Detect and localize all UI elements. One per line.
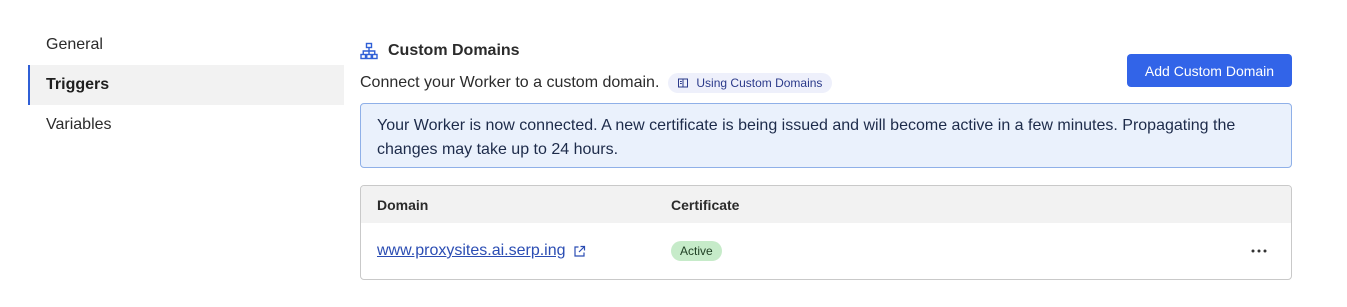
sidebar-item-triggers[interactable]: Triggers (28, 65, 344, 105)
domain-cell: www.proxysites.ai.serp.ing (361, 242, 671, 260)
sidebar-item-label: Triggers (46, 76, 110, 93)
sitemap-icon (360, 42, 378, 60)
custom-domains-section: Custom Domains Connect your Worker to a … (360, 38, 1292, 280)
docs-link-label: Using Custom Domains (696, 76, 823, 90)
add-custom-domain-button[interactable]: Add Custom Domain (1127, 54, 1292, 87)
domains-table: Domain Certificate www.proxysites.ai.ser… (360, 185, 1292, 280)
docs-link[interactable]: Using Custom Domains (668, 73, 833, 93)
success-notice: Your Worker is now connected. A new cert… (360, 103, 1292, 168)
sidebar-item-general[interactable]: General (28, 25, 344, 65)
settings-sidebar: General Triggers Variables (28, 25, 344, 145)
section-title: Custom Domains (388, 42, 520, 59)
certificate-cell: Active (671, 241, 722, 261)
external-link-icon[interactable] (573, 245, 586, 258)
more-horizontal-icon[interactable] (1249, 241, 1269, 261)
book-icon (677, 77, 689, 89)
table-header: Domain Certificate (361, 186, 1291, 223)
status-badge: Active (671, 241, 722, 261)
description-row: Connect your Worker to a custom domain. … (360, 54, 1292, 100)
sidebar-item-label: General (46, 36, 103, 53)
table-row: www.proxysites.ai.serp.ing Active (361, 223, 1291, 279)
domain-link[interactable]: www.proxysites.ai.serp.ing (377, 242, 566, 260)
section-description: Connect your Worker to a custom domain. (360, 74, 660, 91)
column-header-certificate: Certificate (671, 196, 740, 213)
sidebar-item-label: Variables (46, 116, 112, 133)
sidebar-item-variables[interactable]: Variables (28, 105, 344, 145)
notice-text: Your Worker is now connected. A new cert… (377, 117, 1236, 158)
column-header-domain: Domain (377, 196, 429, 213)
